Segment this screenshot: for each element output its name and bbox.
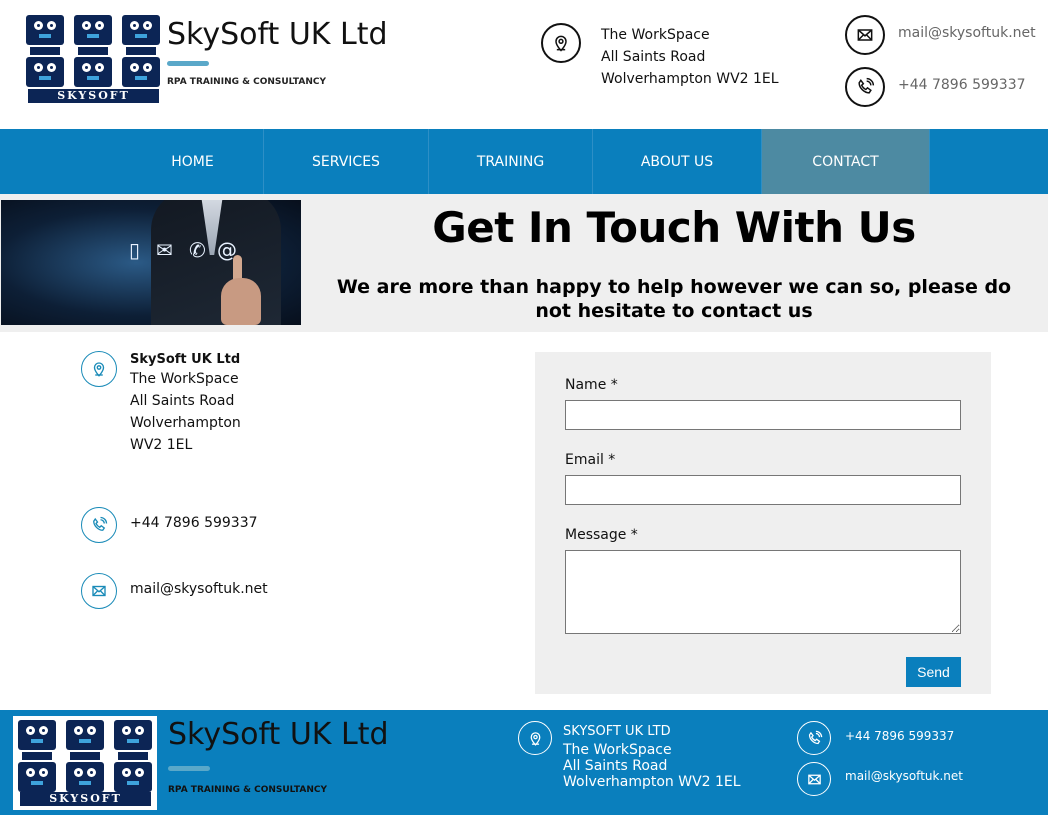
address-line: Wolverhampton WV2 1EL [563, 774, 741, 790]
address-line: The WorkSpace [563, 742, 672, 758]
header-email[interactable]: mail@skysoftuk.net [898, 25, 1036, 41]
banner-image: ▯ ✉ ✆ @ [1, 200, 301, 325]
address-line: WV2 1EL [130, 437, 193, 453]
brand-tagline: RPA TRAINING & CONSULTANCY [167, 77, 326, 87]
robot-icon [74, 15, 112, 55]
robot-icon [122, 15, 160, 55]
address-line: All Saints Road [130, 393, 235, 409]
brand-underline [167, 61, 209, 66]
nav-services[interactable]: SERVICES [264, 129, 429, 194]
page-subtitle: We are more than happy to help however w… [336, 276, 1012, 322]
address-line: Wolverhampton WV2 1EL [601, 71, 779, 87]
robot-icon [66, 720, 104, 760]
mobile-icon: ▯ [129, 238, 141, 262]
nav-about-us[interactable]: ABOUT US [593, 129, 762, 194]
email-label: Email * [565, 452, 616, 468]
nav-home[interactable]: HOME [122, 129, 264, 194]
address-line: The WorkSpace [601, 27, 710, 43]
header-address: The WorkSpace All Saints Road Wolverhamp… [601, 24, 779, 90]
phone-icon [797, 721, 831, 755]
footer-email[interactable]: mail@skysoftuk.net [845, 769, 963, 783]
location-icon [81, 351, 117, 387]
company-address: The WorkSpace All Saints Road Wolverhamp… [130, 368, 241, 456]
brand-logo[interactable]: SKYSOFT [26, 15, 161, 103]
email-icon [845, 15, 885, 55]
footer-address: The WorkSpace All Saints Road Wolverhamp… [563, 742, 741, 790]
address-line: Wolverhampton [130, 415, 241, 431]
phone-icon [845, 67, 885, 107]
site-footer: SKYSOFT SkySoft UK Ltd RPA TRAINING & CO… [0, 710, 1048, 815]
name-input[interactable] [565, 400, 961, 430]
footer-tagline: RPA TRAINING & CONSULTANCY [168, 785, 327, 795]
footer-phone[interactable]: +44 7896 599337 [845, 729, 954, 743]
message-label: Message * [565, 527, 638, 543]
send-button[interactable]: Send [906, 657, 961, 687]
email-icon [797, 762, 831, 796]
robot-icon [18, 720, 56, 760]
robot-icon [114, 720, 152, 760]
logo-wordmark: SKYSOFT [28, 89, 159, 103]
address-line: All Saints Road [563, 758, 668, 774]
footer-logo[interactable]: SKYSOFT [13, 716, 157, 810]
email-input[interactable] [565, 475, 961, 505]
site-header: SKYSOFT SkySoft UK Ltd RPA TRAINING & CO… [0, 0, 1048, 129]
page-title: Get In Touch With Us [432, 203, 916, 252]
message-input[interactable] [565, 550, 961, 634]
nav-contact[interactable]: CONTACT [762, 129, 930, 194]
phone-icon [81, 507, 117, 543]
company-name: SkySoft UK Ltd [130, 352, 241, 367]
address-line: All Saints Road [601, 49, 706, 65]
contact-email[interactable]: mail@skysoftuk.net [130, 581, 268, 597]
contact-form: Name * Email * Message * Send [535, 352, 991, 694]
footer-brand-underline [168, 766, 210, 771]
footer-brand-name: SkySoft UK Ltd [168, 717, 389, 752]
nav-training[interactable]: TRAINING [429, 129, 593, 194]
contact-phone[interactable]: +44 7896 599337 [130, 515, 258, 531]
main-nav: HOME SERVICES TRAINING ABOUT US CONTACT [0, 129, 1048, 194]
name-label: Name * [565, 377, 618, 393]
telephone-icon: ✆ [189, 238, 206, 262]
address-line: The WorkSpace [130, 371, 239, 387]
brand-name[interactable]: SkySoft UK Ltd [167, 17, 388, 52]
logo-wordmark: SKYSOFT [20, 792, 151, 806]
footer-company: SKYSOFT UK LTD [563, 724, 671, 739]
header-phone[interactable]: +44 7896 599337 [898, 77, 1026, 93]
robot-icon [26, 15, 64, 55]
location-icon [518, 721, 552, 755]
email-icon [81, 573, 117, 609]
location-icon [541, 23, 581, 63]
envelope-icon: ✉ [156, 238, 173, 262]
